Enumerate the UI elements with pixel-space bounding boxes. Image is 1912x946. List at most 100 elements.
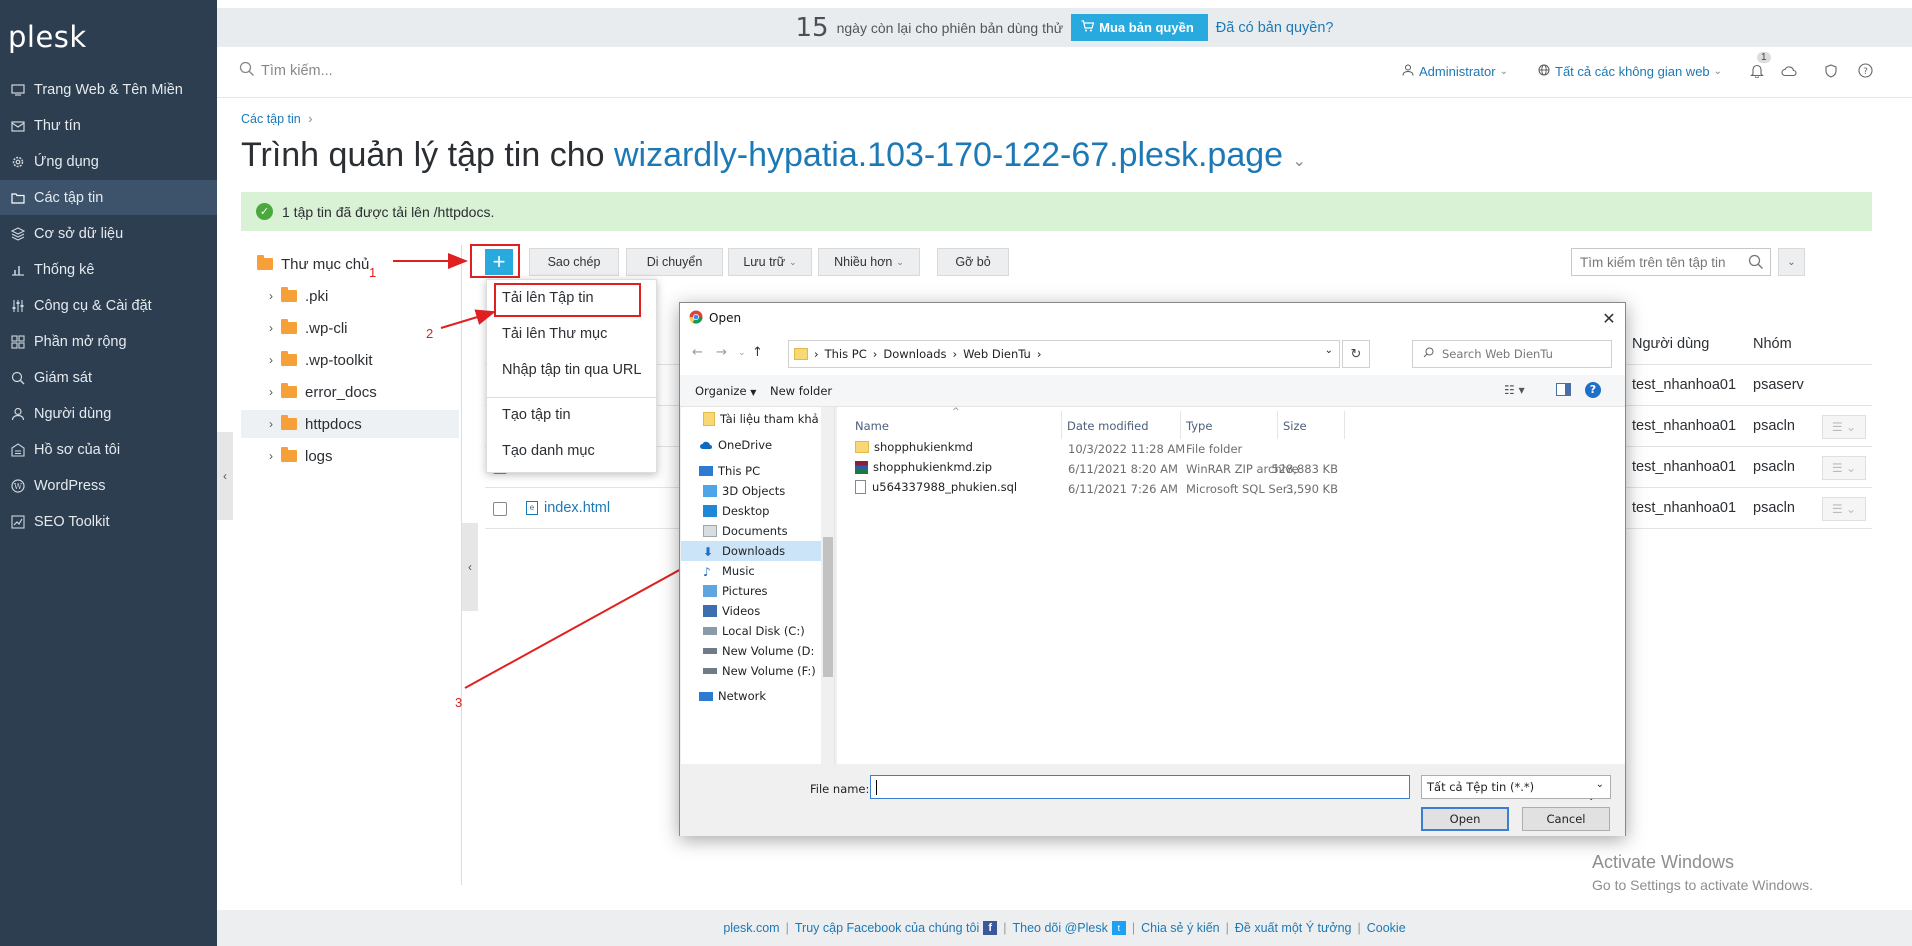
nav-pane-item[interactable]: Local Disk (C:): [703, 622, 805, 640]
footer: plesk.com | Truy cập Facebook của chúng t…: [217, 910, 1912, 946]
nav-pane-item[interactable]: Desktop: [703, 502, 769, 520]
dialog-search-input[interactable]: Search Web DienTu: [1412, 340, 1612, 368]
nav-pane-item[interactable]: Documents: [703, 522, 788, 540]
watermark-subtitle: Go to Settings to activate Windows.: [1592, 877, 1813, 893]
cancel-button[interactable]: Cancel: [1522, 807, 1610, 831]
file-name-label: File name:: [810, 782, 870, 796]
chevron-right-icon: ›: [814, 347, 819, 361]
column-date[interactable]: Date modified: [1067, 419, 1149, 433]
file-name-input[interactable]: ⌄: [870, 775, 1595, 803]
nav-pane-item-selected[interactable]: ⬇ Downloads: [681, 541, 821, 561]
footer-separator: |: [1225, 921, 1229, 935]
recent-locations-icon[interactable]: ⌄: [738, 348, 746, 358]
footer-link[interactable]: Truy cập Facebook của chúng tôi: [795, 921, 979, 935]
forward-arrow-icon[interactable]: →: [716, 345, 727, 360]
navigation-pane-scroll-thumb[interactable]: [823, 537, 833, 677]
column-size[interactable]: Size: [1283, 419, 1307, 433]
nav-pane-item[interactable]: New Volume (D:: [703, 642, 814, 660]
footer-separator: |: [1357, 921, 1361, 935]
nav-pane-item[interactable]: New Volume (F:): [703, 662, 816, 680]
chevron-down-icon: ⌄: [1595, 779, 1604, 790]
file-name: shopphukienkmd: [874, 440, 973, 454]
organize-button[interactable]: Organize ▼: [695, 384, 756, 398]
caret-down-icon: ▼: [750, 388, 757, 397]
nav-pane-label: This PC: [718, 464, 761, 478]
new-folder-button[interactable]: New folder: [770, 384, 832, 398]
chevron-right-icon: ›: [1036, 347, 1042, 361]
watermark-title: Activate Windows: [1592, 852, 1735, 872]
file-type-select[interactable]: Tất cả Tệp tin (*.*) ⌄: [1421, 775, 1611, 799]
cube-icon: [703, 485, 717, 497]
file-date: 6/11/2021 8:20 AM: [1068, 462, 1178, 476]
column-separator: [1344, 411, 1345, 439]
view-options-icon[interactable]: ☷ ▾: [1504, 383, 1525, 397]
footer-link[interactable]: plesk.com: [723, 921, 779, 935]
footer-link[interactable]: Cookie: [1367, 921, 1406, 935]
file-row[interactable]: u564337988_phukien.sql: [855, 480, 1017, 494]
nav-pane-label: Network: [718, 689, 767, 703]
dialog-close-button[interactable]: ✕: [1598, 307, 1620, 329]
footer-link[interactable]: Chia sẻ ý kiến: [1141, 921, 1220, 935]
nav-pane-item[interactable]: ♪ Music: [703, 562, 755, 580]
drive-icon: [703, 648, 717, 654]
text-caret: [876, 780, 877, 795]
back-arrow-icon[interactable]: ←: [692, 345, 703, 360]
nav-pane-item[interactable]: Network: [699, 687, 766, 705]
dialog-search-placeholder: Search Web DienTu: [1442, 347, 1553, 361]
organize-label: Organize: [695, 384, 747, 398]
column-name[interactable]: Name: [855, 419, 889, 433]
help-icon[interactable]: ?: [1585, 382, 1601, 398]
download-icon: ⬇: [703, 545, 714, 559]
facebook-icon[interactable]: f: [983, 921, 998, 935]
column-separator: [1277, 411, 1278, 439]
nav-pane-label: Desktop: [722, 504, 770, 518]
address-bar[interactable]: › This PC › Downloads › Web DienTu › ⌄: [788, 340, 1340, 368]
desktop-icon: [703, 505, 717, 517]
folder-icon: [855, 441, 869, 453]
nav-pane-label: Downloads: [722, 544, 786, 558]
nav-pane-label: Local Disk (C:): [722, 624, 805, 638]
address-crumb[interactable]: Downloads: [883, 347, 946, 361]
file-row[interactable]: shopphukienkmd.zip: [855, 460, 992, 474]
nav-pane-item[interactable]: 3D Objects: [703, 482, 785, 500]
file-type-value: Tất cả Tệp tin (*.*): [1427, 780, 1535, 794]
nav-pane-item[interactable]: Videos: [703, 602, 760, 620]
nav-pane-label: Music: [722, 564, 755, 578]
preview-pane-icon[interactable]: [1556, 383, 1571, 396]
dialog-toolbar: Organize ▼ New folder ☷ ▾ ?: [680, 375, 1625, 407]
file-date: 10/3/2022 11:28 AM: [1068, 442, 1186, 456]
footer-separator: |: [785, 921, 789, 935]
twitter-icon[interactable]: t: [1111, 921, 1126, 935]
open-button[interactable]: Open: [1421, 807, 1509, 831]
address-crumb[interactable]: Web DienTu: [963, 347, 1031, 361]
nav-pane-label: Videos: [722, 604, 761, 618]
file-icon: [855, 480, 866, 494]
nav-pane-item[interactable]: Tài liệu tham khả: [703, 410, 819, 428]
nav-pane-item[interactable]: Pictures: [703, 582, 768, 600]
music-icon: ♪: [703, 565, 711, 579]
nav-pane-item[interactable]: This PC: [699, 462, 760, 480]
footer-link[interactable]: Đề xuất một Ý tưởng: [1235, 921, 1352, 935]
chevron-down-icon[interactable]: ⌄: [1325, 345, 1333, 356]
column-type[interactable]: Type: [1186, 419, 1212, 433]
file-row[interactable]: shopphukienkmd: [855, 440, 973, 454]
up-arrow-icon[interactable]: ↑: [752, 345, 763, 360]
address-crumb[interactable]: This PC: [825, 347, 867, 361]
computer-icon: [699, 466, 713, 476]
open-file-dialog: Open ✕ ← → ⌄ ↑ › This PC › Downloads › W…: [679, 302, 1626, 836]
refresh-button[interactable]: ↻: [1342, 340, 1370, 368]
picture-icon: [703, 585, 717, 597]
sort-up-icon: ^: [952, 407, 960, 417]
nav-pane-label: Documents: [722, 524, 788, 538]
video-icon: [703, 605, 717, 617]
column-separator: [1180, 411, 1181, 439]
activate-windows-watermark: Activate Windows Go to Settings to activ…: [1592, 852, 1813, 893]
folder-icon: [703, 412, 715, 426]
file-size: 528,883 KB: [1271, 462, 1338, 476]
file-size: 3,590 KB: [1285, 482, 1338, 496]
nav-pane-item[interactable]: OneDrive: [699, 436, 772, 454]
dialog-titlebar: Open: [680, 303, 1625, 333]
nav-pane-label: New Volume (F:): [722, 664, 816, 678]
footer-link[interactable]: Theo dõi @Plesk: [1012, 921, 1107, 935]
chevron-right-icon: ›: [952, 347, 958, 361]
